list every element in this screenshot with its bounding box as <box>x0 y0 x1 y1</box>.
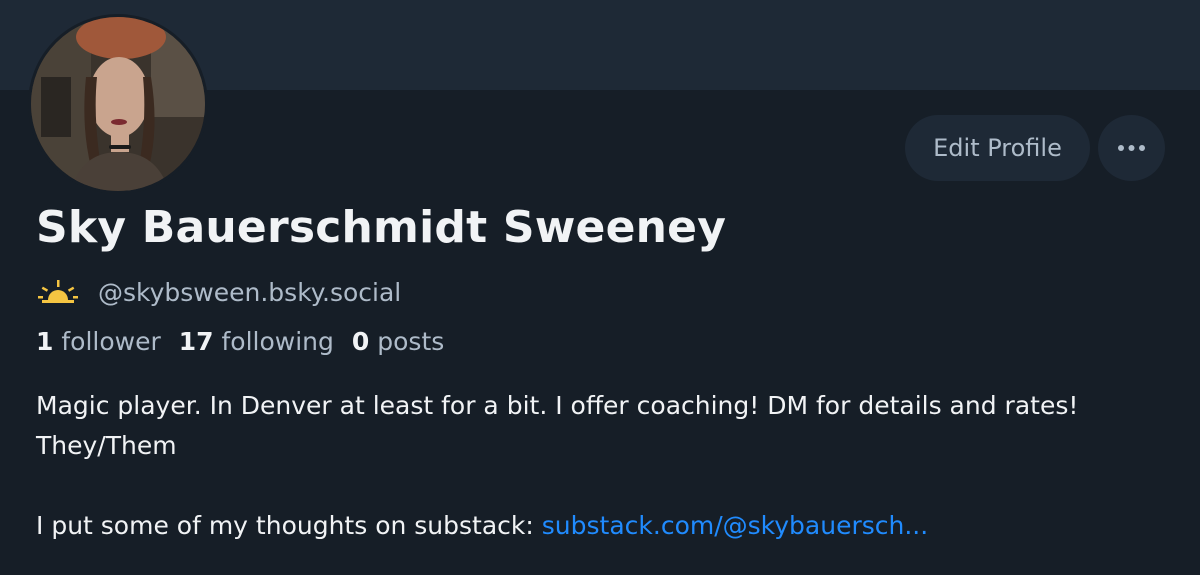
following-stat[interactable]: 17 following <box>179 327 334 356</box>
ellipsis-icon <box>1118 145 1145 151</box>
bio-line-2-text: I put some of my thoughts on substack: <box>36 511 542 540</box>
profile-stats: 1 follower 17 following 0 posts <box>36 327 444 356</box>
avatar[interactable] <box>28 14 208 194</box>
profile-bio: Magic player. In Denver at least for a b… <box>36 386 1156 546</box>
posts-label: posts <box>377 327 445 356</box>
avatar-photo <box>31 17 205 191</box>
handle-row: @skybsween.bsky.social <box>38 275 401 309</box>
substack-link[interactable]: substack.com/@skybauersch... <box>542 511 928 540</box>
following-count: 17 <box>178 327 214 356</box>
followers-count: 1 <box>36 327 54 356</box>
sunrise-icon <box>38 280 78 303</box>
edit-profile-button[interactable]: Edit Profile <box>905 115 1090 181</box>
handle-text[interactable]: @skybsween.bsky.social <box>98 278 401 307</box>
bio-line-2: I put some of my thoughts on substack: s… <box>36 506 1156 546</box>
posts-count: 0 <box>351 327 370 356</box>
posts-stat: 0 posts <box>352 327 444 356</box>
display-name: Sky Bauerschmidt Sweeney <box>36 202 727 253</box>
more-options-button[interactable] <box>1098 115 1165 181</box>
followers-stat[interactable]: 1 follower <box>36 327 161 356</box>
bio-line-1: Magic player. In Denver at least for a b… <box>36 391 1079 460</box>
followers-label: follower <box>61 327 161 356</box>
following-label: following <box>221 327 334 356</box>
